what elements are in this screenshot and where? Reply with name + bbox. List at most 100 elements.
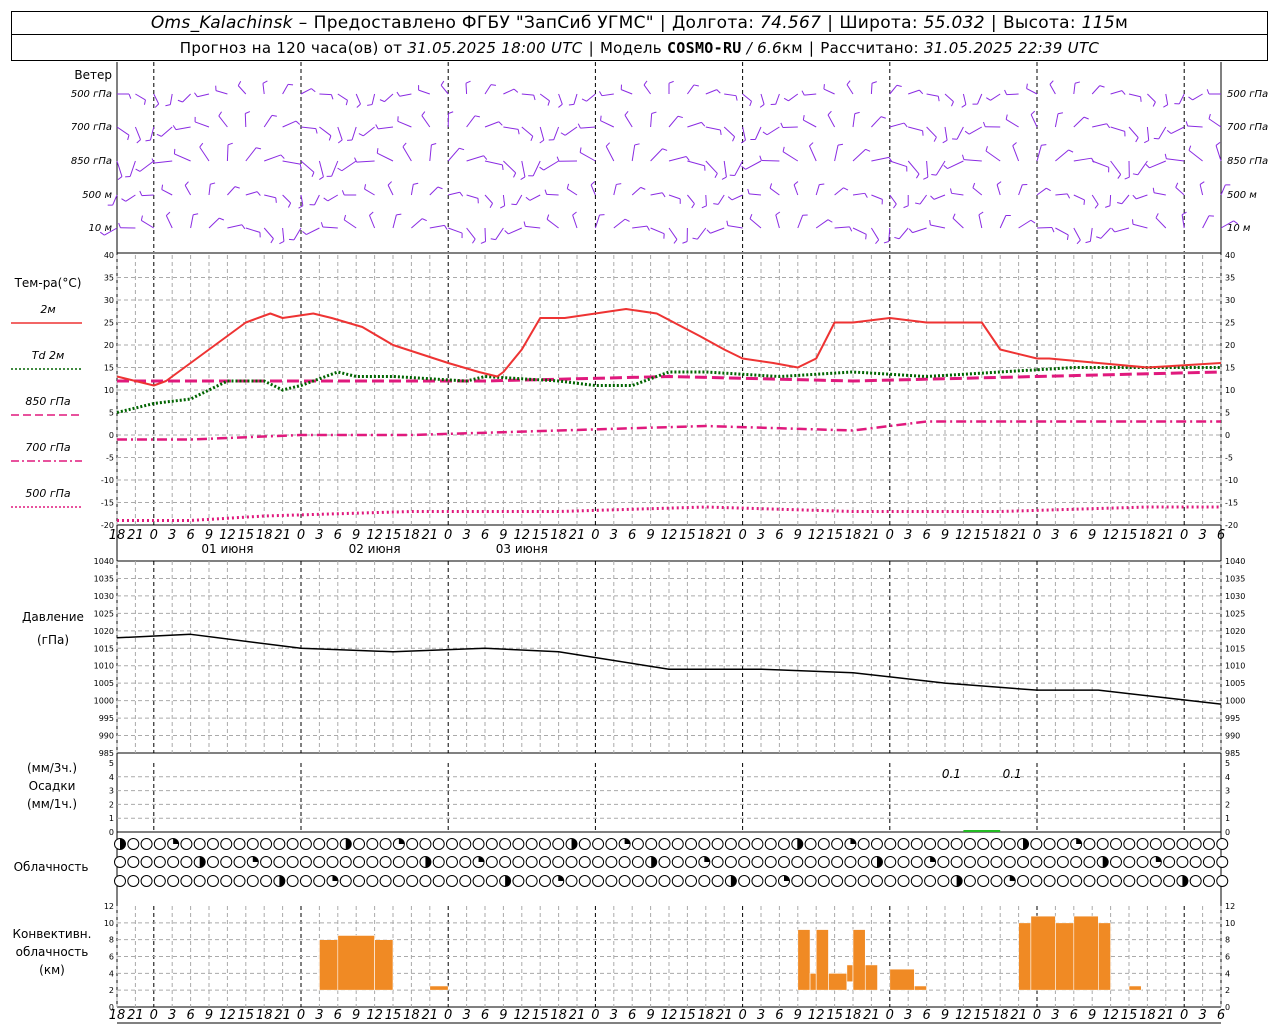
cloud-symbol xyxy=(1043,838,1056,850)
cloud-symbol xyxy=(1136,838,1149,850)
cloud-symbol xyxy=(1149,838,1162,850)
wind-barb-flag xyxy=(865,234,867,240)
wind-barb xyxy=(521,126,534,137)
cloud-symbol xyxy=(1043,856,1056,868)
wind-barb xyxy=(532,160,541,177)
wind-barb xyxy=(990,93,1001,101)
wind-barb xyxy=(1128,93,1141,98)
cloud-symbol xyxy=(685,838,698,850)
wind-barb-flag xyxy=(985,146,988,152)
wind-barb xyxy=(668,194,681,200)
conv-cloud-bar xyxy=(864,964,878,991)
pressure-ytick-right: 1030 xyxy=(1225,592,1245,601)
wind-barb-flag xyxy=(568,103,574,106)
cloud-symbol xyxy=(313,856,326,868)
cloud-symbol xyxy=(392,875,405,887)
wind-barb-flag xyxy=(716,89,721,94)
wind-barb xyxy=(1155,217,1167,229)
temp-xtick-label: 6 xyxy=(1217,528,1225,543)
wind-barb xyxy=(331,160,339,177)
wind-barb xyxy=(245,147,257,162)
wind-barb xyxy=(1073,83,1076,95)
temp-xtick-label: 0 xyxy=(1180,528,1188,543)
wind-barb-flag xyxy=(517,129,520,135)
conv-ytick-right: 2 xyxy=(1225,986,1230,995)
wind-barb-flag xyxy=(735,95,738,101)
cloud-symbol-quarter xyxy=(398,838,405,844)
cloud-symbol xyxy=(512,856,525,868)
conv-xtick-label: 0 xyxy=(738,1008,746,1023)
temp-xtick-label: 12 xyxy=(514,528,531,543)
conv-xtick-label: 12 xyxy=(955,1008,972,1023)
temp-ytick-left: 20 xyxy=(104,341,114,350)
pressure-ytick-left: 1010 xyxy=(94,662,114,671)
wind-barb-flag xyxy=(896,84,902,88)
wind-barb-flag xyxy=(459,191,464,197)
wind-barb-flag xyxy=(539,139,545,144)
cloud-symbol xyxy=(260,838,273,850)
conv-xtick-label: 15 xyxy=(826,1008,843,1023)
wind-barb xyxy=(889,194,897,205)
wind-barb-flag xyxy=(577,123,581,129)
wind-barb xyxy=(613,184,617,196)
cloud-symbol xyxy=(180,875,193,887)
wind-barb xyxy=(447,147,460,162)
wind-barb xyxy=(1030,114,1038,128)
cloud-symbol-quarter xyxy=(1155,856,1162,862)
cloud-symbol xyxy=(525,856,538,868)
conv-xtick-label: 21 xyxy=(863,1008,880,1023)
cloud-symbol xyxy=(578,856,591,868)
temp-xtick-label: 0 xyxy=(297,528,305,543)
wind-barb-flag xyxy=(624,218,630,222)
wind-barb xyxy=(134,126,141,140)
wind-barb xyxy=(322,226,338,229)
wind-barb xyxy=(1110,90,1123,95)
cloud-symbol xyxy=(1110,838,1122,850)
wind-barb-flag xyxy=(1083,199,1085,205)
temp-legend-label: 700 гПа xyxy=(25,441,71,454)
conv-xtick-label: 18 xyxy=(992,1008,1009,1023)
wind-barb xyxy=(1049,84,1056,95)
cloud-symbol xyxy=(1189,838,1202,850)
wind-barb xyxy=(723,160,727,178)
wind-barb-flag xyxy=(1068,149,1074,153)
cloud-symbol xyxy=(1030,875,1043,887)
wind-barb xyxy=(182,93,191,103)
conv-xtick-label: 21 xyxy=(1158,1008,1175,1023)
wind-barb xyxy=(962,93,967,105)
conv-title: Конвективн. xyxy=(13,927,92,941)
wind-barb-flag xyxy=(369,211,374,216)
conv-cloud-bar xyxy=(815,929,829,991)
temp-xtick-label: 0 xyxy=(738,528,746,543)
wind-barb xyxy=(978,214,983,229)
wind-barb xyxy=(793,184,799,196)
wind-barb xyxy=(727,225,743,229)
conv-xtick-label: 15 xyxy=(532,1008,549,1023)
cloud-symbol xyxy=(631,856,644,868)
temp-ytick-right: 5 xyxy=(1225,409,1230,418)
wind-barb-flag xyxy=(319,176,324,181)
cloud-symbol xyxy=(751,856,764,868)
wind-barb-flag xyxy=(501,164,504,170)
wind-barb xyxy=(926,93,939,97)
wind-barb xyxy=(1055,193,1068,196)
wind-barb xyxy=(161,189,173,196)
cloud-symbol xyxy=(963,856,976,868)
conv-xtick-label: 9 xyxy=(499,1008,507,1023)
conv-xtick-label: 3 xyxy=(904,1008,912,1023)
cloud-symbol xyxy=(937,875,950,887)
wind-barb xyxy=(484,227,487,242)
wind-barb-flag xyxy=(616,183,622,185)
cloud-symbol xyxy=(1043,875,1056,887)
wind-barb-flag xyxy=(444,225,448,230)
wind-barb-flag xyxy=(701,205,707,209)
cloud-symbol xyxy=(778,838,790,850)
wind-barb-flag xyxy=(199,142,204,148)
wind-barb-flag xyxy=(864,193,868,198)
wind-barb-flag xyxy=(177,99,183,103)
wind-barb xyxy=(944,93,954,103)
temp-xtick-label: 12 xyxy=(1102,528,1119,543)
cloud-symbol xyxy=(870,838,883,850)
conv-xtick-label: 18 xyxy=(256,1008,273,1023)
wind-barb xyxy=(1073,194,1085,201)
